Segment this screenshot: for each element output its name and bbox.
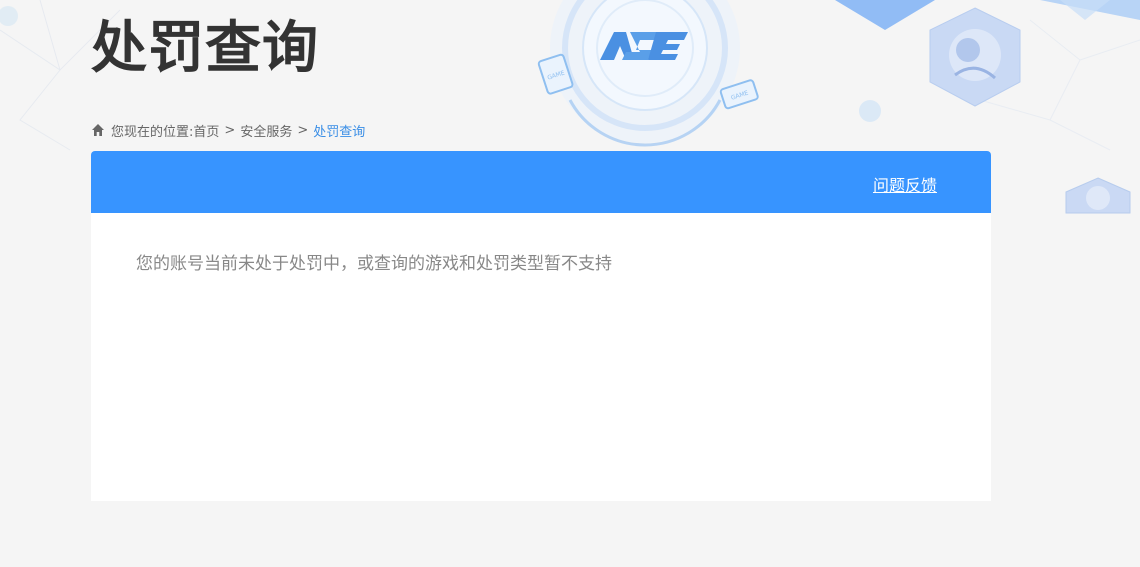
breadcrumb-current: 处罚查询 [313, 124, 366, 140]
page: GAME GAME 处罚查询 您现在的位置: 首页 > 安全服务 > 处罚查询 … [0, 0, 1140, 567]
svg-text:GAME: GAME [730, 90, 749, 102]
card-header: 问题反馈 [91, 151, 991, 213]
result-card: 问题反馈 您的账号当前未处于处罚中，或查询的游戏和处罚类型暂不支持 [91, 151, 991, 501]
feedback-link[interactable]: 问题反馈 [873, 172, 937, 196]
breadcrumb-home-link[interactable]: 首页 [193, 121, 219, 140]
no-penalty-notice: 您的账号当前未处于处罚中，或查询的游戏和处罚类型暂不支持 [136, 254, 612, 274]
badge-text: GAME [547, 69, 566, 81]
breadcrumb-prefix: 您现在的位置: [111, 124, 194, 140]
card-body: 您的账号当前未处于处罚中，或查询的游戏和处罚类型暂不支持 [91, 213, 991, 315]
breadcrumb: 您现在的位置: 首页 > 安全服务 > 处罚查询 [91, 121, 366, 140]
breadcrumb-separator: > [224, 122, 236, 138]
breadcrumb-security-link[interactable]: 安全服务 [240, 121, 292, 140]
page-title: 处罚查询 [91, 16, 319, 81]
breadcrumb-separator: > [297, 122, 309, 138]
home-icon [91, 123, 105, 137]
